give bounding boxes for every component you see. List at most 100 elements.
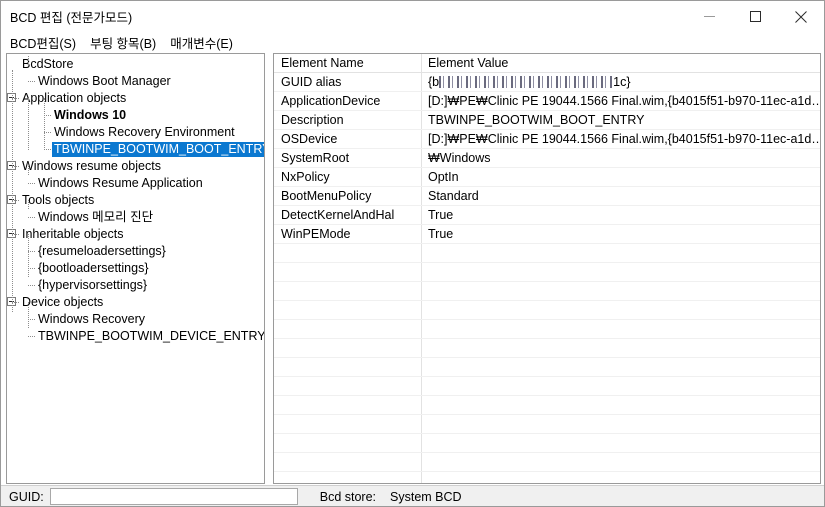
tree-item[interactable]: Windows resume objects	[7, 158, 264, 175]
tree-item-label: Tools objects	[22, 193, 95, 207]
tree-item-label: {bootloadersettings}	[38, 261, 149, 275]
tree-connector-line	[28, 81, 35, 82]
tree-item-label: TBWINPE_BOOTWIM_DEVICE_ENTRY	[38, 329, 265, 343]
list-row-empty	[274, 339, 820, 358]
maximize-button[interactable]	[732, 1, 778, 32]
tree-item[interactable]: {resumeloadersettings}	[7, 243, 264, 260]
guid-value-prefix: {b	[428, 75, 440, 89]
element-value-cell: {b 1c}	[421, 73, 820, 92]
bcd-store-label: Bcd store:	[319, 489, 377, 504]
menu-item-boot-entry[interactable]: 부팅 항목(B)	[84, 32, 162, 53]
tree-item-label: Windows Recovery Environment	[54, 125, 235, 139]
list-row-empty	[274, 415, 820, 434]
list-header-row: Element Name Element Value	[274, 54, 820, 73]
tree-connector-line	[12, 302, 19, 303]
element-value-cell: OptIn	[428, 170, 459, 184]
tree-connector-line	[28, 56, 29, 65]
menu-bar: BCD편집(S) 부팅 항목(B) 매개변수(E)	[1, 32, 824, 52]
tree-item[interactable]: Windows Boot Manager	[7, 73, 264, 90]
element-value-cell: [D:]₩PE₩Clinic PE 19044.1566 Final.wim,{…	[428, 94, 821, 108]
tree-item[interactable]: {hypervisorsettings}	[7, 277, 264, 294]
minimize-button[interactable]	[686, 1, 732, 32]
list-row-empty	[274, 396, 820, 415]
maximize-icon	[749, 11, 761, 22]
list-row[interactable]: GUID alias {b 1c}	[274, 73, 820, 92]
bcd-tree-panel[interactable]: BcdStore Windows Boot Manager Application …	[6, 53, 265, 484]
element-name-cell: Description	[281, 113, 344, 127]
list-row[interactable]: BootMenuPolicy Standard	[274, 187, 820, 206]
element-name-cell: OSDevice	[281, 132, 338, 146]
tree-connector-line	[44, 132, 51, 133]
tree-item-label: {hypervisorsettings}	[38, 278, 148, 292]
element-name-cell: BootMenuPolicy	[281, 189, 372, 203]
list-row[interactable]: DetectKernelAndHal True	[274, 206, 820, 225]
close-icon	[795, 10, 807, 23]
close-button[interactable]	[778, 1, 824, 32]
tree-connector-line	[28, 166, 29, 175]
list-row[interactable]: OSDevice [D:]₩PE₩Clinic PE 19044.1566 Fin…	[274, 130, 820, 149]
tree-connector-line	[44, 98, 45, 150]
tree-connector-line	[28, 183, 35, 184]
list-row-empty	[274, 377, 820, 396]
tree-connector-line	[12, 200, 19, 201]
element-value-cell: True	[428, 227, 454, 241]
list-row[interactable]: SystemRoot ₩Windows	[274, 149, 820, 168]
element-name-cell: NxPolicy	[281, 170, 330, 184]
tree-item-label: Device objects	[22, 295, 104, 309]
tree-item[interactable]: Application objects	[7, 90, 264, 107]
tree-connector-line	[44, 115, 51, 116]
element-name-cell: SystemRoot	[281, 151, 350, 165]
tree-connector-line	[28, 268, 35, 269]
window-controls	[686, 1, 824, 32]
element-value-cell: [D:]₩PE₩Clinic PE 19044.1566 Final.wim,{…	[428, 132, 821, 146]
element-value-cell: TBWINPE_BOOTWIM_BOOT_ENTRY	[428, 113, 645, 127]
menu-item-bcd-edit[interactable]: BCD편집(S)	[4, 32, 82, 53]
tree-connector-line	[12, 166, 19, 167]
tree-item[interactable]: Windows Resume Application	[7, 175, 264, 192]
title-bar: BCD 편집 (전문가모드)	[1, 1, 824, 32]
window-title: BCD 편집 (전문가모드)	[10, 11, 133, 25]
tree-item[interactable]: Windows 메모리 진단	[7, 209, 264, 226]
tree-connector-line	[28, 285, 35, 286]
tree-item[interactable]: Windows Recovery	[7, 311, 264, 328]
list-row-empty	[274, 453, 820, 472]
tree-item-label: {resumeloadersettings}	[38, 244, 166, 258]
tree-item-label: Windows 10	[54, 108, 127, 122]
tree-item[interactable]: Inheritable objects	[7, 226, 264, 243]
tree-connector-line	[28, 251, 35, 252]
guid-input[interactable]	[49, 488, 298, 505]
element-value-cell: Standard	[428, 189, 479, 203]
tree-item[interactable]: BcdStore	[7, 56, 264, 73]
tree-item[interactable]: {bootloadersettings}	[7, 260, 264, 277]
column-header-element-value: Element Value	[428, 56, 509, 70]
tree-item-label: Application objects	[22, 91, 127, 105]
tree-item-label: Windows 메모리 진단	[38, 210, 154, 224]
list-row-empty	[274, 244, 820, 263]
list-row[interactable]: NxPolicy OptIn	[274, 168, 820, 187]
tree-item-label: TBWINPE_BOOTWIM_BOOT_ENTRY	[52, 142, 264, 157]
element-list-panel[interactable]: Element Name Element Value GUID alias {b 1c}…	[273, 53, 821, 484]
tree-item[interactable]: Device objects	[7, 294, 264, 311]
column-header-element-name: Element Name	[281, 56, 364, 70]
tree-connector-line	[12, 234, 19, 235]
list-row[interactable]: ApplicationDevice [D:]₩PE₩Clinic PE 19044…	[274, 92, 820, 111]
list-row-empty	[274, 358, 820, 377]
bcd-store-value: System BCD	[390, 489, 462, 504]
tree-connector-line	[28, 302, 29, 328]
bcd-tree: BcdStore Windows Boot Manager Application …	[7, 54, 264, 345]
tree-item[interactable]: TBWINPE_BOOTWIM_DEVICE_ENTRY	[7, 328, 264, 345]
element-value-cell: ₩Windows	[428, 151, 491, 165]
element-name-cell: DetectKernelAndHal	[281, 208, 395, 222]
tree-connector-line	[12, 98, 19, 99]
element-value-cell: True	[428, 208, 454, 222]
menu-item-parameters[interactable]: 매개변수(E)	[164, 32, 239, 53]
list-row[interactable]: WinPEMode True	[274, 225, 820, 244]
list-row-empty	[274, 320, 820, 339]
list-row-empty	[274, 282, 820, 301]
element-name-cell: GUID alias	[281, 75, 342, 89]
tree-item-label: Windows resume objects	[22, 159, 161, 173]
list-row[interactable]: Description TBWINPE_BOOTWIM_BOOT_ENTRY	[274, 111, 820, 130]
tree-item-label: Windows Resume Application	[38, 176, 203, 190]
tree-item[interactable]: Tools objects	[7, 192, 264, 209]
tree-connector-line	[44, 149, 51, 150]
